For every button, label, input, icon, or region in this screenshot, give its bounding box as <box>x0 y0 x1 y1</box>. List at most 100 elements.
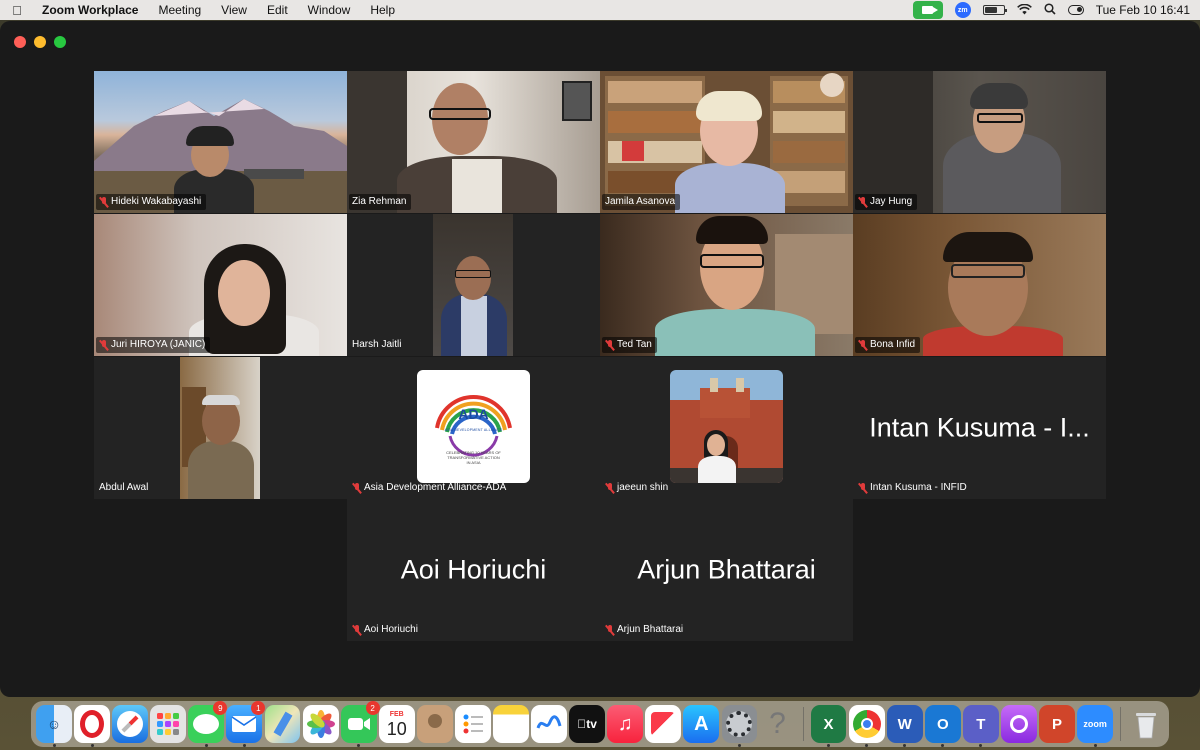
appletv-label: tv <box>581 717 597 731</box>
participant-name-tag: Asia Development Alliance-ADA <box>349 480 511 496</box>
participant-tile[interactable]: Juri HIROYA (JANIC) <box>94 214 347 356</box>
trash-icon[interactable] <box>1128 705 1164 743</box>
participant-name-tag: Intan Kusuma - INFID <box>855 480 972 496</box>
participant-name: Jay Hung <box>870 196 913 207</box>
menu-window[interactable]: Window <box>298 3 361 17</box>
news-icon[interactable] <box>645 705 682 743</box>
participant-tile[interactable]: Aoi Horiuchi Aoi Horiuchi <box>347 499 600 641</box>
participant-name: Juri HIROYA (JANIC) <box>111 339 206 350</box>
menu-help[interactable]: Help <box>360 3 405 17</box>
video-feed <box>853 71 1106 213</box>
participant-tile[interactable]: Bona Infid <box>853 214 1106 356</box>
participant-tile[interactable]: Intan Kusuma - I... Intan Kusuma - INFID <box>853 357 1106 499</box>
video-feed <box>347 214 600 356</box>
participant-name-tag: Aoi Horiuchi <box>349 622 423 638</box>
muted-mic-icon <box>858 339 867 351</box>
podcasts-icon[interactable] <box>1000 705 1037 743</box>
apple-menu-icon[interactable]:  <box>0 3 34 18</box>
facetime-icon[interactable]: 2 <box>340 701 380 747</box>
video-feed <box>347 71 600 213</box>
participant-name: Arjun Bhattarai <box>617 624 684 635</box>
notification-badge: 2 <box>365 701 380 715</box>
muted-mic-icon <box>99 196 108 208</box>
launchpad-icon[interactable] <box>150 705 187 743</box>
participant-tile-active-speaker[interactable]: Jamila Asanova <box>600 71 853 213</box>
notification-badge: 1 <box>251 701 266 715</box>
ada-logo-caption: ASIA DEVELOPMENT ALLIANCE <box>444 428 503 432</box>
menu-view[interactable]: View <box>211 3 257 17</box>
participant-tile[interactable]: Hideki Wakabayashi <box>94 71 347 213</box>
ada-logo: ADA ASIA DEVELOPMENT ALLIANCE CELEBRATIN… <box>417 370 530 483</box>
participant-name: Jamila Asanova <box>605 196 676 207</box>
messages-icon[interactable]: 9 <box>188 701 228 747</box>
participant-tile[interactable]: Harsh Jaitli <box>347 214 600 356</box>
participant-name: Bona Infid <box>870 339 916 350</box>
app-menu[interactable]: Zoom Workplace <box>34 3 148 17</box>
participant-name: Aoi Horiuchi <box>364 624 418 635</box>
excel-icon[interactable]: X <box>810 705 847 747</box>
safari-icon[interactable] <box>112 705 149 743</box>
opera-icon[interactable] <box>74 705 111 747</box>
participant-tile[interactable]: Ted Tan <box>600 214 853 356</box>
appletv-icon[interactable]: tv <box>569 705 606 743</box>
help-icon[interactable]: ? <box>760 705 796 743</box>
participant-display-name: Arjun Bhattarai <box>637 554 816 585</box>
participant-name-tag: Harsh Jaitli <box>349 337 406 353</box>
participant-name-tag: Abdul Awal <box>96 480 153 496</box>
word-icon[interactable]: W <box>886 705 923 747</box>
search-icon[interactable] <box>1044 2 1056 18</box>
participant-name: Ted Tan <box>617 339 652 350</box>
participant-tile[interactable]: Zia Rehman <box>347 71 600 213</box>
participant-avatar-photo <box>670 370 783 483</box>
camera-in-use-icon[interactable] <box>912 1 943 19</box>
reminders-icon[interactable] <box>454 705 491 743</box>
system-settings-icon[interactable] <box>721 705 758 747</box>
participant-name-tag: Zia Rehman <box>349 194 412 210</box>
chrome-icon[interactable] <box>848 705 885 747</box>
appstore-icon[interactable]: A <box>683 705 720 743</box>
zoom-icon[interactable]: zoom <box>1077 705 1114 747</box>
notes-icon[interactable] <box>493 705 529 743</box>
mail-icon[interactable]: 1 <box>226 701 266 747</box>
outlook-icon[interactable]: O <box>924 705 961 747</box>
participant-display-name: Aoi Horiuchi <box>400 554 547 585</box>
participant-tile[interactable]: Arjun Bhattarai Arjun Bhattarai <box>600 499 853 641</box>
dock-separator <box>802 707 804 741</box>
participant-name-tag: Bona Infid <box>855 337 921 353</box>
notification-badge: 9 <box>213 701 228 715</box>
finder-icon[interactable]: ☺ <box>36 705 72 747</box>
teams-icon[interactable]: T <box>962 705 999 747</box>
participant-tile[interactable]: jaeeun shin <box>600 357 853 499</box>
control-center-icon[interactable] <box>1067 5 1084 15</box>
music-icon[interactable]: ♫ <box>607 705 644 743</box>
participant-name: Asia Development Alliance-ADA <box>364 482 507 493</box>
participant-name-tag: Jamila Asanova <box>602 194 681 210</box>
participant-tile[interactable]: Jay Hung <box>853 71 1106 213</box>
participant-display-name: Intan Kusuma - I... <box>869 412 1090 443</box>
menu-edit[interactable]: Edit <box>257 3 298 17</box>
participant-name-tag: Arjun Bhattarai <box>602 622 688 638</box>
calendar-icon[interactable]: FEB 10 <box>378 705 415 743</box>
participant-tile[interactable]: ADA ASIA DEVELOPMENT ALLIANCE CELEBRATIN… <box>347 357 600 499</box>
participant-name: Harsh Jaitli <box>352 339 402 350</box>
muted-mic-icon <box>605 482 614 494</box>
menubar-clock[interactable]: Tue Feb 10 16:41 <box>1096 3 1190 17</box>
participant-name-tag: Ted Tan <box>602 337 657 353</box>
participant-name-tag: Juri HIROYA (JANIC) <box>96 337 211 353</box>
participant-name: Intan Kusuma - INFID <box>870 482 967 493</box>
participant-name-tag: Hideki Wakabayashi <box>96 194 207 210</box>
menu-meeting[interactable]: Meeting <box>148 3 211 17</box>
wifi-icon[interactable] <box>1016 3 1032 18</box>
participant-tile[interactable]: Abdul Awal <box>94 357 347 499</box>
maps-icon[interactable] <box>264 705 301 743</box>
powerpoint-icon[interactable]: P <box>1039 705 1075 743</box>
contacts-icon[interactable] <box>416 705 453 743</box>
zoom-status-icon[interactable]: zm <box>954 2 971 18</box>
ada-logo-text: ADA <box>458 406 489 422</box>
dock-separator <box>1120 707 1122 741</box>
word-label: W <box>897 715 912 733</box>
freeform-icon[interactable] <box>531 705 567 743</box>
photos-icon[interactable] <box>302 705 339 743</box>
participant-name: Zia Rehman <box>352 196 407 207</box>
battery-icon[interactable] <box>982 5 1007 15</box>
